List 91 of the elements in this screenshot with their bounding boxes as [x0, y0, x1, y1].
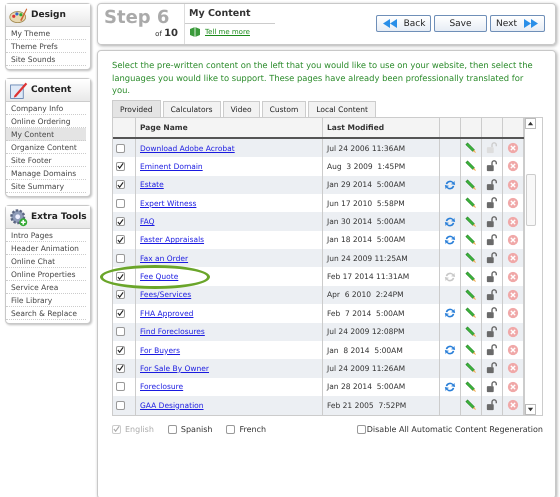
padlock-icon[interactable]	[486, 307, 498, 320]
checkbox[interactable]	[116, 272, 125, 282]
instructions-text: Select the pre-written content on the left that you would like to use on your website, then select the languages you would like to support. These pages have already been professionally translated for you.	[112, 59, 534, 96]
padlock-icon[interactable]	[486, 399, 498, 412]
padlock-icon[interactable]	[486, 160, 498, 172]
checkbox[interactable]	[116, 290, 125, 300]
padlock-icon[interactable]	[486, 252, 498, 264]
checkbox-label: Spanish	[180, 424, 212, 434]
pencil-icon[interactable]	[465, 344, 477, 356]
pencil-icon[interactable]	[465, 142, 477, 154]
checkbox-label: Disable All Automatic Content Regeneration	[366, 424, 543, 434]
checkbox-label: French	[239, 424, 266, 434]
pencil-icon[interactable]	[465, 197, 477, 210]
delete-icon[interactable]	[507, 399, 519, 412]
gear-plus-icon	[9, 208, 28, 226]
checkbox[interactable]	[116, 180, 125, 190]
checkbox[interactable]	[116, 400, 125, 410]
checkbox[interactable]	[226, 424, 236, 434]
sync-icon[interactable]	[444, 344, 456, 356]
pencil-icon[interactable]	[465, 216, 477, 228]
checkbox[interactable]	[116, 198, 125, 208]
palette-icon	[9, 6, 28, 24]
pencil-icon[interactable]	[465, 399, 477, 412]
double-right-arrow-icon	[522, 18, 539, 29]
padlock-icon[interactable]	[486, 380, 498, 393]
scrollbar-thumb[interactable]	[526, 174, 536, 226]
pencil-icon[interactable]	[465, 270, 477, 283]
sync-icon[interactable]	[444, 380, 456, 393]
pencil-icon[interactable]	[465, 252, 477, 264]
checkbox[interactable]	[116, 327, 125, 336]
delete-icon[interactable]	[507, 178, 519, 191]
checkbox[interactable]	[168, 424, 177, 434]
delete-icon[interactable]	[507, 216, 519, 228]
pencil-icon[interactable]	[465, 160, 477, 172]
padlock-icon[interactable]	[486, 216, 498, 228]
delete-icon[interactable]	[507, 380, 519, 393]
checkbox[interactable]	[116, 308, 125, 318]
delete-icon[interactable]	[507, 270, 519, 283]
scrollbar[interactable]	[524, 118, 536, 414]
delete-icon[interactable]	[507, 197, 519, 210]
sync-icon[interactable]	[444, 178, 456, 191]
section-title: Content	[31, 85, 72, 95]
pencil-icon[interactable]	[465, 362, 477, 374]
checkbox[interactable]	[116, 162, 125, 171]
double-left-arrow-icon	[382, 18, 398, 29]
checkbox[interactable]	[116, 364, 125, 373]
next-button[interactable]: Next	[490, 15, 545, 32]
checkbox[interactable]	[116, 346, 125, 355]
padlock-icon[interactable]	[486, 270, 498, 283]
pencil-icon[interactable]	[465, 326, 477, 338]
delete-icon[interactable]	[507, 252, 519, 264]
checkbox[interactable]	[116, 144, 125, 153]
section-title: Extra Tools	[31, 212, 87, 222]
pencil-icon[interactable]	[465, 380, 477, 393]
delete-icon[interactable]	[507, 142, 519, 154]
pencil-icon[interactable]	[465, 178, 477, 191]
sync-icon[interactable]	[444, 307, 456, 320]
save-button[interactable]: Save	[434, 15, 487, 32]
checkbox-label: English	[125, 424, 154, 434]
pencil-icon[interactable]	[465, 288, 477, 301]
delete-icon[interactable]	[507, 234, 519, 246]
step-number: Step 6	[103, 8, 170, 28]
checkbox[interactable]	[116, 254, 125, 263]
delete-icon[interactable]	[507, 362, 519, 374]
delete-icon[interactable]	[507, 326, 519, 338]
notepad-pen-icon	[9, 80, 28, 100]
padlock-icon[interactable]	[486, 178, 498, 191]
padlock-icon[interactable]	[486, 234, 498, 246]
padlock-icon[interactable]	[486, 326, 498, 338]
scroll-down-icon[interactable]	[527, 406, 534, 412]
back-button[interactable]: Back	[376, 15, 431, 32]
checkbox[interactable]	[116, 235, 125, 244]
padlock-icon[interactable]	[486, 362, 498, 374]
padlock-icon[interactable]	[486, 197, 498, 210]
pencil-icon[interactable]	[465, 307, 477, 320]
checkbox[interactable]	[116, 217, 125, 226]
padlock-icon[interactable]	[486, 344, 498, 356]
scroll-up-icon[interactable]	[527, 120, 534, 126]
sync-icon[interactable]	[444, 216, 456, 228]
book-icon	[189, 27, 201, 37]
checkbox[interactable]	[116, 382, 125, 392]
delete-icon[interactable]	[507, 307, 519, 320]
padlock-icon[interactable]	[486, 288, 498, 301]
section-title: Design	[31, 10, 66, 20]
sync-icon[interactable]	[444, 234, 456, 246]
delete-icon[interactable]	[507, 288, 519, 301]
delete-icon[interactable]	[507, 344, 519, 356]
checkbox[interactable]	[356, 424, 366, 434]
page-title: My Content	[185, 4, 275, 24]
pencil-icon[interactable]	[465, 234, 477, 246]
delete-icon[interactable]	[507, 160, 519, 172]
